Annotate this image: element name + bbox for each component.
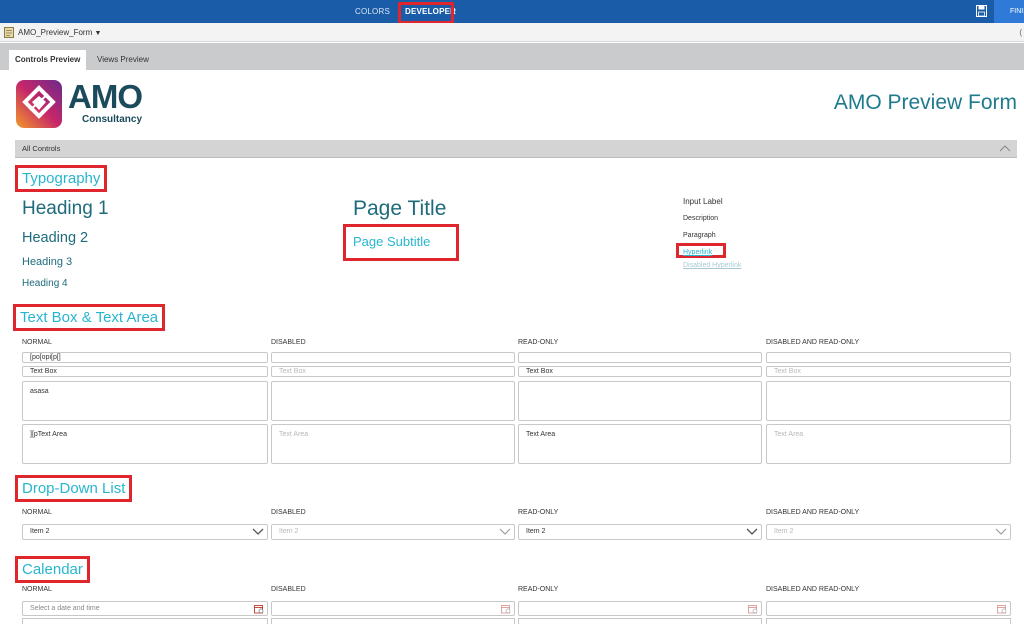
section-label: All Controls [22,144,61,153]
finish-button[interactable]: FINISH [994,0,1024,23]
section-title-typography: Typography [15,165,108,192]
tab-controls-preview[interactable]: Controls Preview [9,50,87,70]
dropdown-value: Item 2 [526,528,546,535]
textarea-readonly-1 [518,381,762,421]
chevron-down-icon[interactable] [252,528,264,536]
page-subtitle: Page Subtitle [353,234,431,249]
paragraph-text: Paragraph [683,232,716,239]
input-label: Input Label [683,197,723,206]
dropdown-disabled: Item 2 [271,524,515,540]
col-header-normal: NORMAL [22,586,52,593]
col-header-readonly: READ-ONLY [518,509,559,516]
form-title: AMO Preview Form [833,91,1017,114]
hyperlink[interactable]: Hyperlink [683,249,712,256]
page-title: Page Title [353,197,447,220]
file-bar-glyph: ( [1019,28,1022,37]
section-header[interactable]: All Controls [15,140,1017,158]
dropdown-value: Item 2 [30,528,50,535]
chevron-up-icon[interactable] [999,143,1011,155]
date-picker-normal[interactable]: Select a date and time [22,601,268,616]
chevron-down-icon [499,528,511,535]
file-name[interactable]: AMO_Preview_Form ▼ [18,23,101,43]
textbox-normal-1[interactable]: [po[opi[p[] [22,352,268,363]
textarea-readonly-2: Text Area [518,424,762,464]
tab-colors[interactable]: COLORS [355,0,390,23]
calendar-icon[interactable] [254,604,264,614]
dropdown-disabled-readonly: Item 2 [766,524,1011,540]
date-picker-normal-2[interactable] [22,618,268,624]
heading-3: Heading 3 [22,256,73,268]
chevron-down-icon[interactable]: ▼ [94,30,101,37]
col-header-disabled: DISABLED [271,339,306,346]
textbox-disabled-readonly-1 [766,352,1011,363]
calendar-icon [501,605,511,614]
view-tabs: Controls Preview Views Preview [0,43,1024,70]
ribbon-bar: COLORS DEVELOPER FINISH [0,0,1024,23]
chevron-down-icon [746,528,758,535]
section-title-dropdown: Drop-Down List [15,475,133,502]
textarea-disabled-readonly-2: Text Area [766,424,1011,464]
logo-text: AMO [68,78,143,115]
tab-views-preview[interactable]: Views Preview [91,50,155,70]
dropdown-value: Item 2 [774,528,794,535]
date-picker-disabled-readonly [766,601,1011,616]
date-picker-disabled-2 [271,618,515,624]
textbox-normal-2[interactable]: Text Box [22,366,268,377]
dropdown-value: Item 2 [279,528,299,535]
textbox-disabled-1 [271,352,515,363]
heading-4: Heading 4 [22,278,68,289]
col-header-readonly: READ-ONLY [518,586,559,593]
date-picker-disabled-readonly-2 [766,618,1011,624]
section-title-calendar: Calendar [15,556,90,583]
col-header-disabled-readonly: DISABLED AND READ-ONLY [766,586,860,593]
textarea-disabled-1 [271,381,515,421]
textarea-normal-1[interactable]: asasa [22,381,268,421]
calendar-icon [748,605,758,614]
textarea-normal-2[interactable]: ][pText Area [22,424,268,464]
col-header-readonly: READ-ONLY [518,339,559,346]
dropdown-readonly: Item 2 [518,524,762,540]
form-icon [4,27,14,38]
date-picker-readonly [518,601,762,616]
textbox-readonly-2: Text Box [518,366,762,377]
company-logo: AMO Consultancy [16,78,156,135]
textbox-disabled-readonly-2: Text Box [766,366,1011,377]
dropdown-normal[interactable]: Item 2 [22,524,268,540]
section-title-textbox: Text Box & Text Area [13,304,166,331]
col-header-disabled-readonly: DISABLED AND READ-ONLY [766,509,860,516]
developer-highlight [398,2,454,24]
date-picker-readonly-2 [518,618,762,624]
save-icon[interactable] [976,5,987,17]
col-header-disabled: DISABLED [271,509,306,516]
textarea-disabled-readonly-1 [766,381,1011,421]
logo-subtext: Consultancy [82,114,143,125]
date-placeholder: Select a date and time [30,605,100,612]
file-bar: AMO_Preview_Form ▼ ( [0,23,1024,42]
chevron-down-icon [995,528,1007,535]
calendar-icon [997,605,1007,614]
heading-2: Heading 2 [22,230,89,246]
disabled-hyperlink: Disabled Hyperlink [683,262,742,269]
col-header-normal: NORMAL [22,339,52,346]
description-text: Description [683,215,719,222]
col-header-disabled: DISABLED [271,586,306,593]
heading-1: Heading 1 [22,198,109,219]
date-picker-disabled [271,601,515,616]
textbox-disabled-2: Text Box [271,366,515,377]
col-header-disabled-readonly: DISABLED AND READ-ONLY [766,339,860,346]
textarea-disabled-2: Text Area [271,424,515,464]
textbox-readonly-1 [518,352,762,363]
col-header-normal: NORMAL [22,509,52,516]
